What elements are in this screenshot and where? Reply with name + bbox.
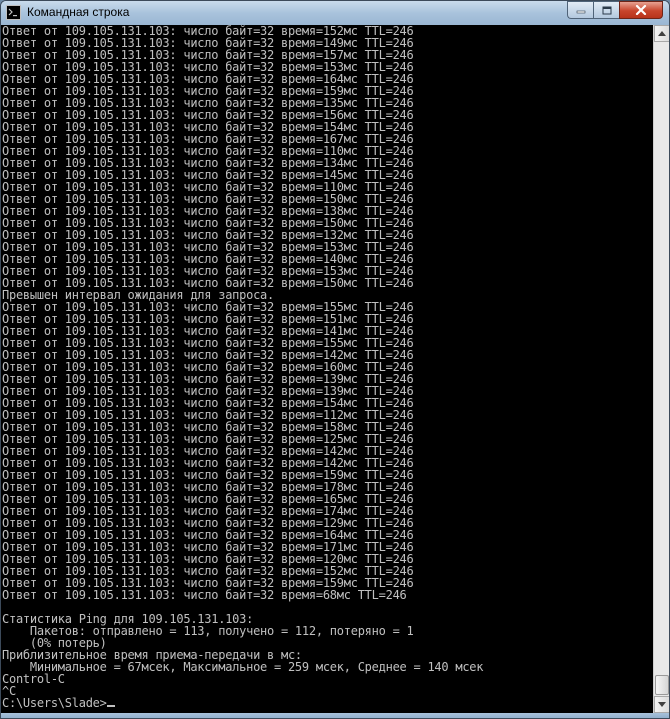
console-line: Ответ от 109.105.131.103: число байт=32 …	[2, 588, 407, 602]
arrow-up-icon	[658, 31, 666, 36]
window-title: Командная строка	[27, 5, 130, 19]
scroll-down-button[interactable]	[654, 696, 669, 713]
cmd-icon[interactable]	[6, 5, 21, 20]
maximize-icon	[602, 6, 611, 14]
window-controls	[567, 1, 663, 19]
title-bar[interactable]: Командная строка	[1, 1, 669, 25]
vertical-scrollbar[interactable]	[653, 25, 669, 713]
minimize-icon	[576, 10, 585, 14]
maximize-button[interactable]	[593, 1, 619, 19]
console-lines: Ответ от 109.105.131.103: число байт=32 …	[2, 25, 484, 698]
scroll-up-button[interactable]	[654, 25, 669, 42]
scrollbar-thumb[interactable]	[655, 675, 669, 695]
close-button[interactable]	[619, 1, 663, 19]
console-text: Ответ от 109.105.131.103: число байт=32 …	[1, 25, 653, 709]
arrow-down-icon	[658, 702, 666, 707]
console-line: Минимальное = 67мсек, Максимальное = 259…	[29, 660, 484, 674]
command-prompt: C:\Users\Slade>	[2, 696, 107, 710]
command-prompt-window: Командная строка Ответ от 109.105.131.10…	[0, 0, 670, 719]
window-bottom-border	[1, 713, 669, 718]
minimize-button[interactable]	[567, 1, 593, 19]
close-icon	[635, 5, 647, 15]
text-cursor	[106, 705, 115, 707]
console-output[interactable]: Ответ от 109.105.131.103: число байт=32 …	[1, 25, 653, 713]
